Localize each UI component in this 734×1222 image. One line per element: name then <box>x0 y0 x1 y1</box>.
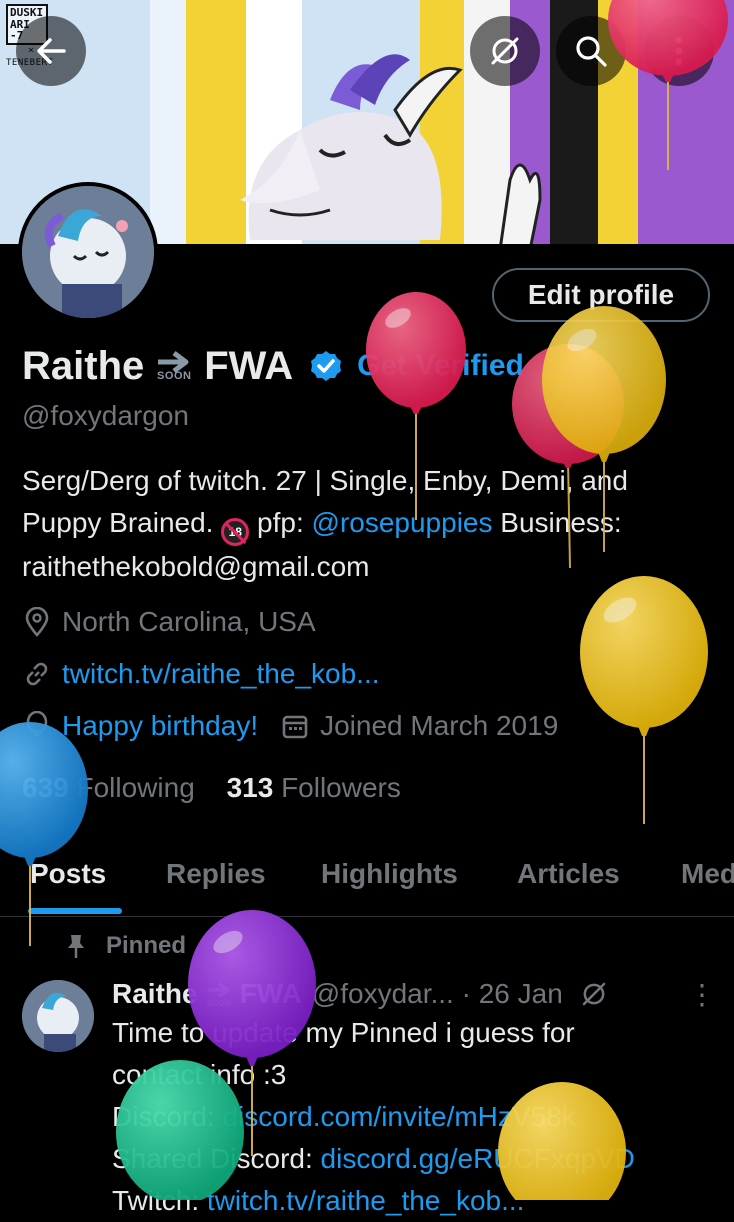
joined-text: Joined March 2019 <box>320 710 559 741</box>
display-name-part: Raithe <box>22 343 145 388</box>
soon-label: SOON <box>157 370 192 382</box>
twitch-link[interactable]: twitch.tv/raithe_the_kob... <box>207 1185 525 1216</box>
verified-badge-icon[interactable] <box>309 349 343 383</box>
pin-icon <box>68 935 84 958</box>
balloon-yellow-2 <box>580 576 708 824</box>
active-tab-indicator <box>28 908 122 914</box>
balloon-icon <box>22 711 52 741</box>
profile-bio: Serg/Derg of twitch. 27 | Single, Enby, … <box>22 460 722 588</box>
soon-arrow-emoji: SOON <box>206 981 232 1008</box>
following-label: Following <box>76 772 195 803</box>
location-pin-icon <box>22 607 52 637</box>
search-icon <box>576 36 607 67</box>
get-verified-link[interactable]: Get Verified <box>357 349 524 383</box>
grok-slash-icon[interactable] <box>577 979 611 1009</box>
shared-discord-link[interactable]: discord.gg/eRUCFxqpVD <box>321 1143 635 1174</box>
no-under-18-icon: 18 <box>221 518 250 546</box>
follow-stats: 639 Following 313 Followers <box>22 772 401 804</box>
website-row: twitch.tv/raithe_the_kob... <box>22 658 380 690</box>
birthday-text: Happy birthday! <box>62 710 259 741</box>
more-button[interactable] <box>644 16 714 86</box>
tab-media[interactable]: Med <box>681 858 734 890</box>
tweet-more-button[interactable]: ⋮ <box>688 978 716 1011</box>
link-icon <box>22 659 52 689</box>
tab-replies[interactable]: Replies <box>166 858 266 890</box>
tab-posts[interactable]: Posts <box>30 858 106 890</box>
grok-button[interactable] <box>470 16 540 86</box>
discord-link[interactable]: discord.com/invite/mHzV58k <box>222 1101 575 1132</box>
tweet-author-name[interactable]: Raithe <box>112 978 198 1010</box>
followers-label: Followers <box>281 772 401 803</box>
tweet-avatar[interactable] <box>22 980 94 1052</box>
pinned-label-row: Pinned <box>66 932 186 960</box>
display-name-part: FWA <box>204 343 294 388</box>
bio-line: Puppy Brained. 18 pfp: @rosepuppies Busi… <box>22 502 722 546</box>
location-row: North Carolina, USA <box>22 606 316 638</box>
tab-highlights[interactable]: Highlights <box>321 858 458 890</box>
edit-profile-button[interactable]: Edit profile <box>492 268 710 322</box>
arrow-right-icon <box>207 981 230 998</box>
followers-count: 313 <box>226 772 274 803</box>
followers-stat[interactable]: 313 Followers <box>227 772 401 803</box>
profile-handle: @foxydargon <box>22 400 189 431</box>
more-vertical-icon <box>675 36 683 66</box>
following-count: 639 <box>22 772 69 803</box>
website-link[interactable]: twitch.tv/raithe_the_kob... <box>62 658 380 690</box>
profile-name-row: Raithe SOON FWA Get Verified <box>22 340 524 392</box>
tweet-header: Raithe SOON FWA @foxydar... · 26 Jan <box>112 978 611 1010</box>
arrow-left-icon <box>37 38 66 64</box>
following-stat[interactable]: 639 Following <box>22 772 203 803</box>
profile-avatar[interactable] <box>18 182 158 322</box>
search-button[interactable] <box>556 16 626 86</box>
tweet-author-name-part[interactable]: FWA <box>240 978 302 1010</box>
avatar-artwork <box>22 186 154 318</box>
calendar-icon <box>280 711 310 741</box>
grok-slash-icon <box>491 37 519 65</box>
birthday-joined-row: Happy birthday! Joined March 2019 <box>22 710 558 742</box>
pfp-artist-mention[interactable]: @rosepuppies <box>312 507 493 538</box>
tweet-handle-time: @foxydar... · 26 Jan <box>311 978 563 1009</box>
pinned-label: Pinned <box>106 932 187 959</box>
profile-tabs: Posts Replies Highlights Articles Med <box>0 846 734 917</box>
back-button[interactable] <box>16 16 86 86</box>
location-text: North Carolina, USA <box>62 606 316 637</box>
tab-articles[interactable]: Articles <box>517 858 620 890</box>
bio-line: raithethekobold@gmail.com <box>22 551 370 582</box>
bio-line: Serg/Derg of twitch. 27 | Single, Enby, … <box>22 465 628 496</box>
soon-arrow-emoji: SOON <box>156 350 192 382</box>
tweet-text: Time to update my Pinned i guess for con… <box>112 1017 635 1216</box>
avatar-artwork <box>22 980 94 1052</box>
